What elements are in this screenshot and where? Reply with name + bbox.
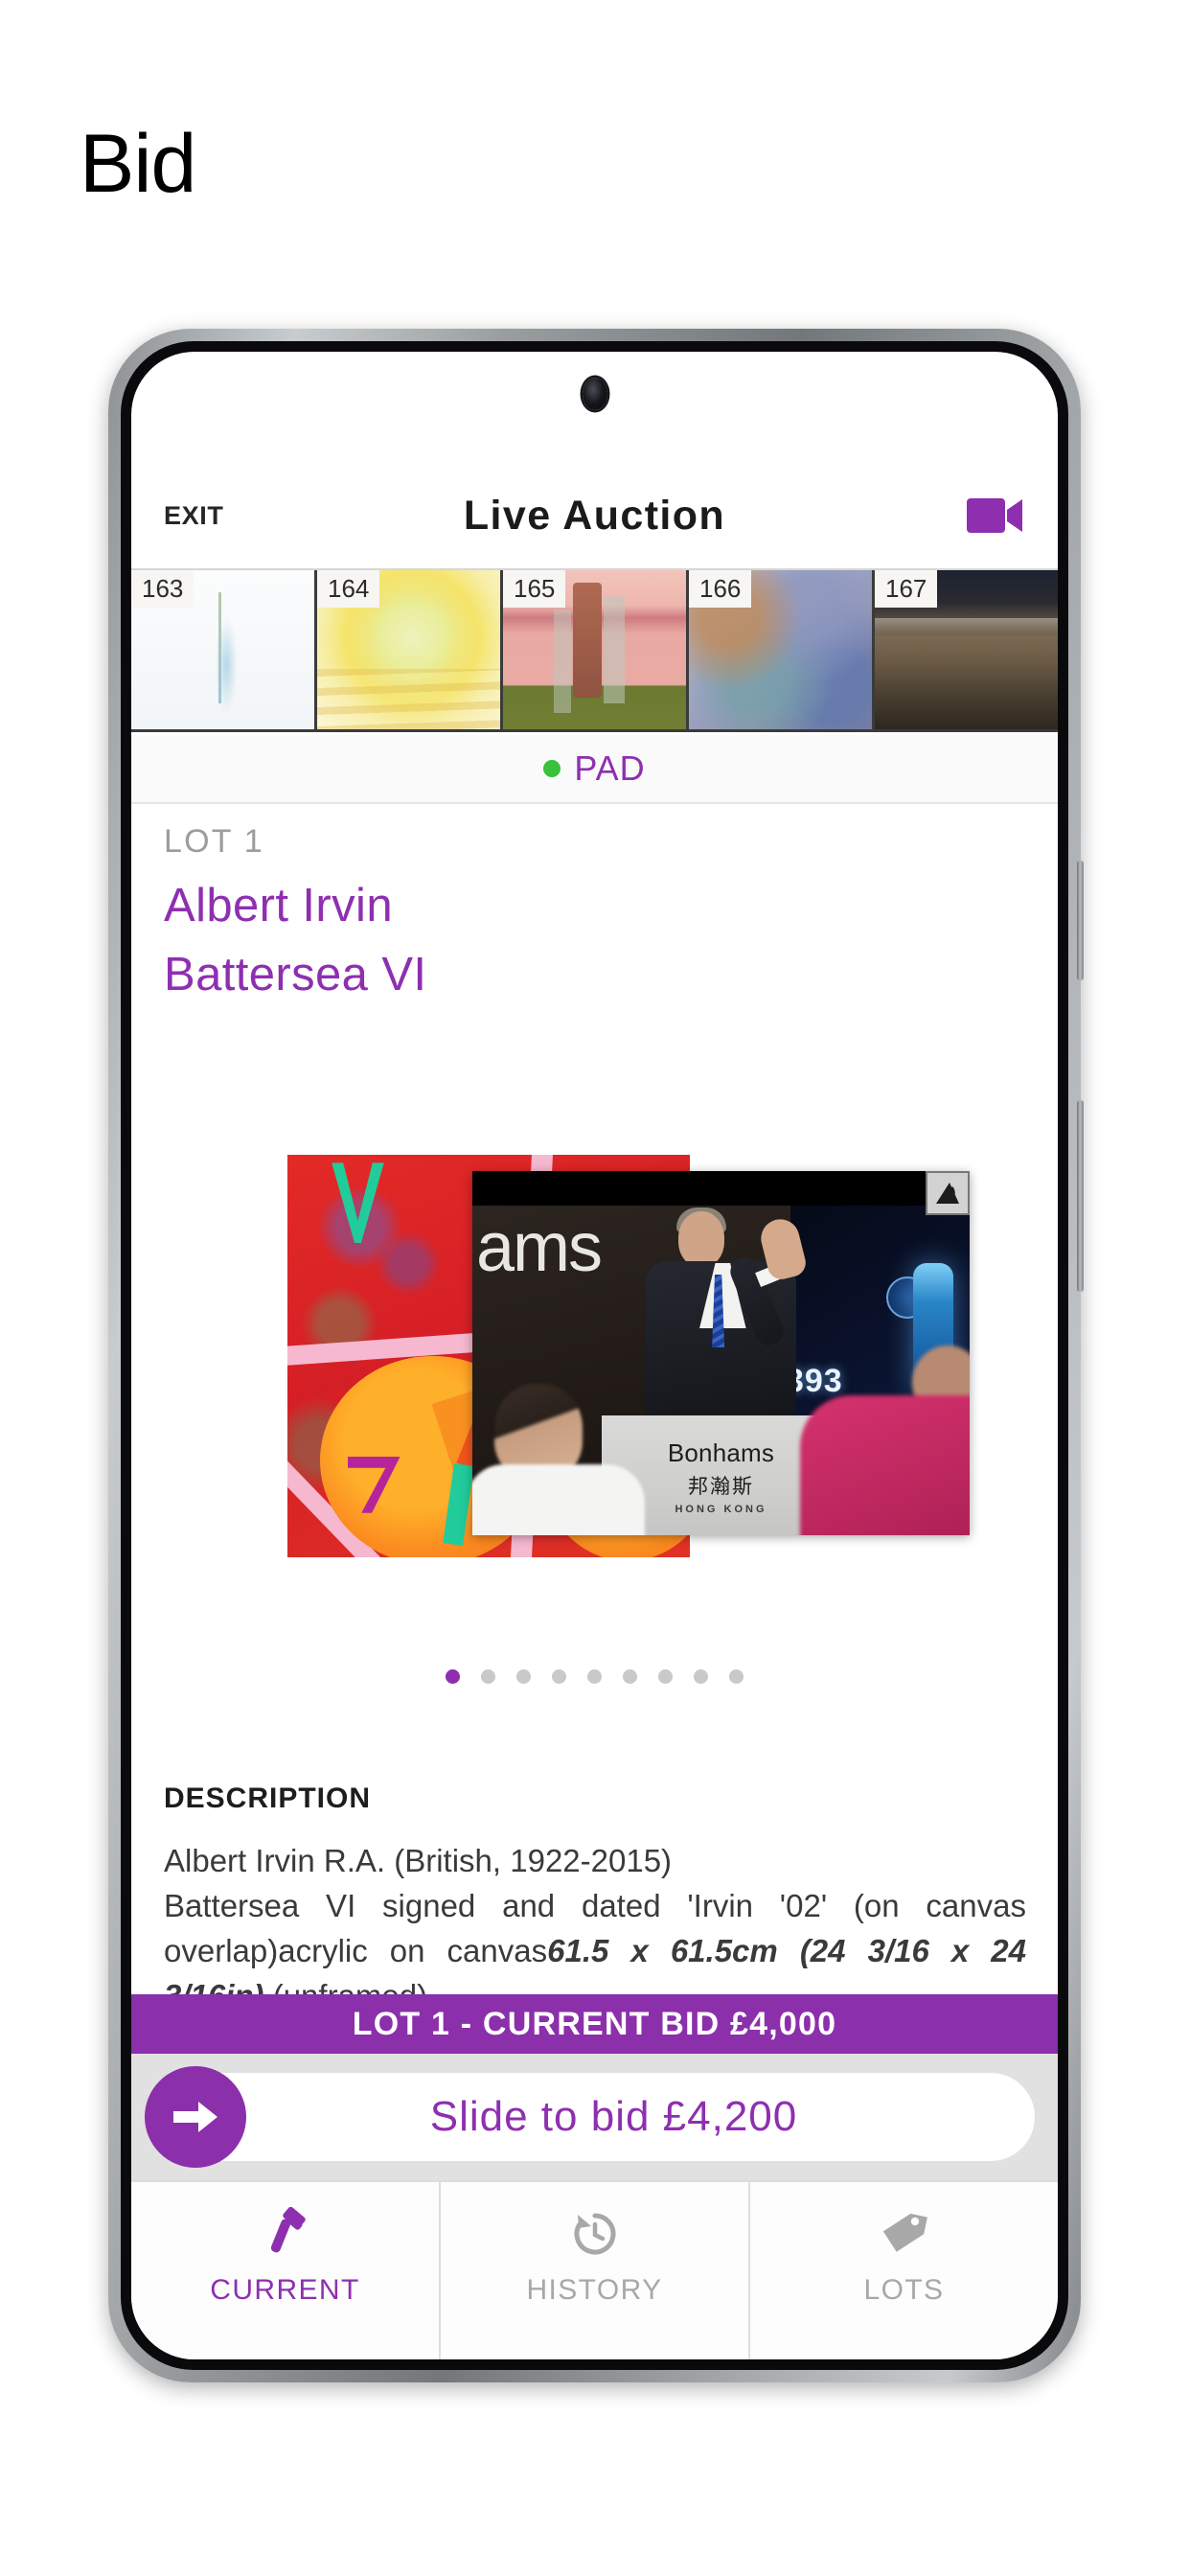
- lot-thumbnail[interactable]: 165: [503, 570, 689, 729]
- video-backdrop-brand-text: ams: [476, 1209, 603, 1286]
- arrow-right-icon: [173, 2102, 217, 2132]
- carousel-dot[interactable]: [623, 1669, 637, 1684]
- nav-label-current: CURRENT: [210, 2274, 360, 2306]
- clock-rewind-icon: [574, 2213, 615, 2255]
- carousel-dot[interactable]: [694, 1669, 708, 1684]
- tag-icon: [882, 2213, 927, 2252]
- phone-mockup-frame: EXIT Live Auction 163 164 165 166 167 PA…: [108, 329, 1084, 2382]
- slide-to-bid-track[interactable]: Slide to bid £4,200: [145, 2066, 1035, 2168]
- lot-artist-name: Albert Irvin: [164, 880, 393, 932]
- audience-member-left: [472, 1382, 646, 1535]
- current-bid-bar: LOT 1 - CURRENT BID £4,000: [131, 1994, 1058, 2054]
- nav-item-lots[interactable]: LOTS: [750, 2182, 1058, 2359]
- image-carousel-dots[interactable]: [131, 1669, 1058, 1684]
- lot-work-title: Battersea VI: [164, 949, 427, 1000]
- lot-thumbnail[interactable]: 167: [875, 570, 1058, 729]
- description-line-1: Albert Irvin R.A. (British, 1922-2015): [164, 1843, 673, 1878]
- lot-thumbnail[interactable]: 166: [689, 570, 875, 729]
- video-stage: ams 393 Bonhams 邦瀚斯 HONG KONG: [472, 1171, 970, 1535]
- description-heading: DESCRIPTION: [164, 1782, 372, 1814]
- phone-bezel: EXIT Live Auction 163 164 165 166 167 PA…: [121, 341, 1068, 2370]
- gavel-icon: [270, 2207, 306, 2253]
- carousel-dot[interactable]: [446, 1669, 460, 1684]
- phone-screen: EXIT Live Auction 163 164 165 166 167 PA…: [131, 352, 1058, 2359]
- carousel-dot[interactable]: [658, 1669, 673, 1684]
- nav-label-lots: LOTS: [863, 2274, 945, 2306]
- lot-thumbnail-number: 164: [317, 570, 380, 608]
- description-body: Albert Irvin R.A. (British, 1922-2015) B…: [164, 1839, 1026, 2018]
- page-header-title: Live Auction: [463, 492, 726, 539]
- page-title: Bid: [80, 118, 196, 210]
- carousel-dot[interactable]: [552, 1669, 566, 1684]
- lot-thumbnail-number: 166: [689, 570, 752, 608]
- exit-button[interactable]: EXIT: [164, 501, 355, 531]
- lot-thumbnail-number: 167: [875, 570, 938, 608]
- video-camera-icon[interactable]: [834, 494, 1025, 537]
- slide-to-bid-handle[interactable]: [145, 2066, 246, 2168]
- slide-to-bid-label: Slide to bid £4,200: [429, 2093, 798, 2140]
- phone-side-button-lower[interactable]: [1077, 1100, 1084, 1292]
- lot-thumbnail[interactable]: 164: [317, 570, 503, 729]
- audience-body: [472, 1464, 646, 1535]
- carousel-dot[interactable]: [587, 1669, 602, 1684]
- audience-body: [800, 1395, 970, 1535]
- auctioneer-head: [677, 1211, 724, 1267]
- nav-item-history[interactable]: HISTORY: [441, 2182, 750, 2359]
- live-video-overlay[interactable]: ams 393 Bonhams 邦瀚斯 HONG KONG: [472, 1171, 970, 1535]
- slide-to-bid-zone: Slide to bid £4,200: [131, 2054, 1058, 2180]
- bottom-navigation-bar: CURRENT HISTORY LOTS: [131, 2180, 1058, 2359]
- online-dot-icon: [543, 760, 561, 777]
- lot-thumbnail-number: 163: [131, 570, 195, 608]
- lot-thumbnail-number: 165: [503, 570, 566, 608]
- expand-icon[interactable]: [926, 1171, 970, 1215]
- nav-item-current[interactable]: CURRENT: [131, 2182, 441, 2359]
- app-header: EXIT Live Auction: [131, 463, 1058, 568]
- lot-thumbnail-strip[interactable]: 163 164 165 166 167: [131, 568, 1058, 732]
- paddle-status-label: PAD: [574, 748, 646, 788]
- lot-number-label: LOT 1: [164, 823, 264, 860]
- carousel-dot[interactable]: [516, 1669, 531, 1684]
- audience-member-right: [800, 1334, 970, 1535]
- lot-thumbnail[interactable]: 163: [131, 570, 317, 729]
- nav-label-history: HISTORY: [526, 2274, 663, 2306]
- front-camera-icon: [582, 378, 607, 410]
- phone-side-button-upper[interactable]: [1077, 861, 1084, 980]
- carousel-dot[interactable]: [729, 1669, 744, 1684]
- carousel-dot[interactable]: [481, 1669, 495, 1684]
- paddle-status-row: PAD: [131, 735, 1058, 804]
